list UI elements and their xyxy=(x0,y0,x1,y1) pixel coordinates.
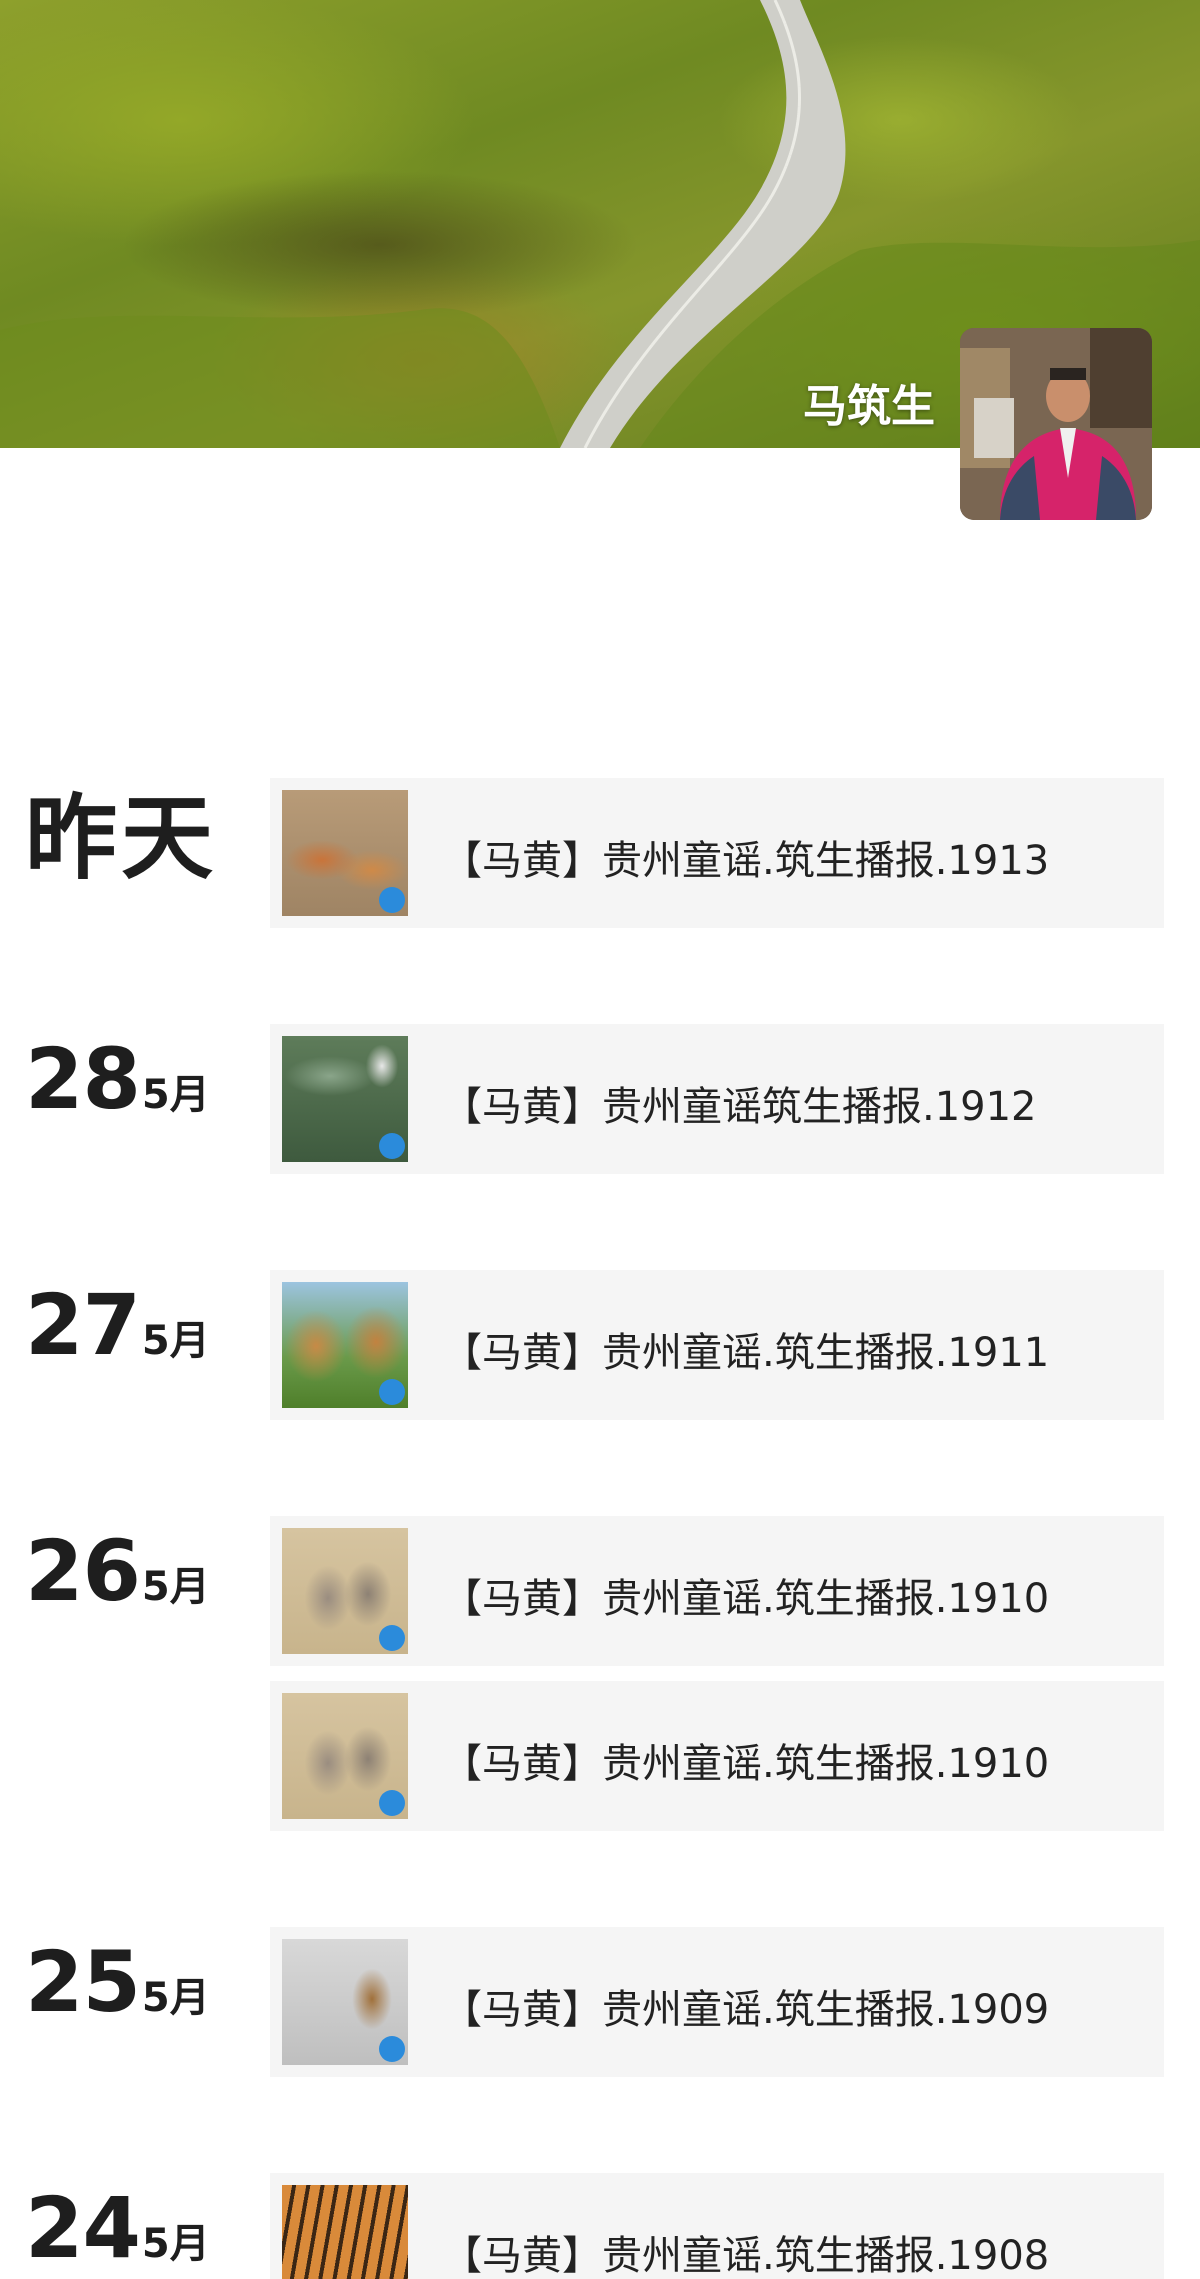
date-month: 5月 xyxy=(141,1318,210,1364)
post-title: 【马黄】贵州童谣.筑生播报.1909 xyxy=(442,1987,1050,2033)
post-title: 【马黄】贵州童谣.筑生播报.1910 xyxy=(442,1576,1050,1622)
share-badge-icon xyxy=(379,1133,405,1159)
share-badge-icon xyxy=(379,2036,405,2062)
avatar[interactable] xyxy=(960,328,1152,520)
date-day: 昨天 xyxy=(25,785,218,892)
date-day: 28 xyxy=(25,1030,141,1128)
date-month: 5月 xyxy=(141,2221,210,2267)
post-item[interactable]: 【马黄】贵州童谣筑生播报.1912 xyxy=(270,1024,1164,1174)
post-item[interactable]: 【马黄】贵州童谣.筑生播报.1910 xyxy=(270,1681,1164,1831)
date-day: 26 xyxy=(25,1522,141,1620)
snow-animal-photo-icon xyxy=(282,1939,408,2065)
share-badge-icon xyxy=(379,1379,405,1405)
lions-photo-icon xyxy=(282,1282,408,1408)
post-title: 【马黄】贵州童谣.筑生播报.1911 xyxy=(442,1330,1050,1376)
date-label: 265月 xyxy=(25,1516,210,1626)
date-label: 255月 xyxy=(25,1927,210,2037)
share-badge-icon xyxy=(379,887,405,913)
share-badge-icon xyxy=(379,1790,405,1816)
wolves-photo-icon xyxy=(282,1528,408,1654)
moments-page: 马筑生 昨天 【马黄】贵州童谣.筑生播报.1913 285月 【马黄】贵州童谣筑… xyxy=(0,0,1200,2279)
post-item[interactable]: 【马黄】贵州童谣.筑生播报.1908 xyxy=(270,2173,1164,2279)
profile-name[interactable]: 马筑生 xyxy=(803,370,935,434)
profile-photo-icon xyxy=(960,328,1152,520)
date-label: 285月 xyxy=(25,1024,210,1134)
share-badge-icon xyxy=(379,1625,405,1651)
post-item[interactable]: 【马黄】贵州童谣.筑生播报.1911 xyxy=(270,1270,1164,1420)
date-month: 5月 xyxy=(141,1564,210,1610)
date-day: 25 xyxy=(25,1933,141,2031)
post-item[interactable]: 【马黄】贵州童谣.筑生播报.1913 xyxy=(270,778,1164,928)
date-label: 245月 xyxy=(25,2173,210,2279)
wolves-photo-icon xyxy=(282,1693,408,1819)
tiger-photo-icon xyxy=(282,2185,408,2279)
date-day: 27 xyxy=(25,1276,141,1374)
frog-and-cat-photo-icon xyxy=(282,1036,408,1162)
date-label: 275月 xyxy=(25,1270,210,1380)
date-month: 5月 xyxy=(141,1072,210,1118)
post-item[interactable]: 【马黄】贵州童谣.筑生播报.1910 xyxy=(270,1516,1164,1666)
post-title: 【马黄】贵州童谣.筑生播报.1908 xyxy=(442,2233,1050,2279)
post-title: 【马黄】贵州童谣.筑生播报.1910 xyxy=(442,1741,1050,1787)
post-item[interactable]: 【马黄】贵州童谣.筑生播报.1909 xyxy=(270,1927,1164,2077)
post-title: 【马黄】贵州童谣筑生播报.1912 xyxy=(442,1084,1037,1130)
date-label: 昨天 xyxy=(25,784,217,894)
date-month: 5月 xyxy=(141,1975,210,2021)
post-title: 【马黄】贵州童谣.筑生播报.1913 xyxy=(442,838,1050,884)
hens-photo-icon xyxy=(282,790,408,916)
date-day: 24 xyxy=(25,2179,141,2277)
